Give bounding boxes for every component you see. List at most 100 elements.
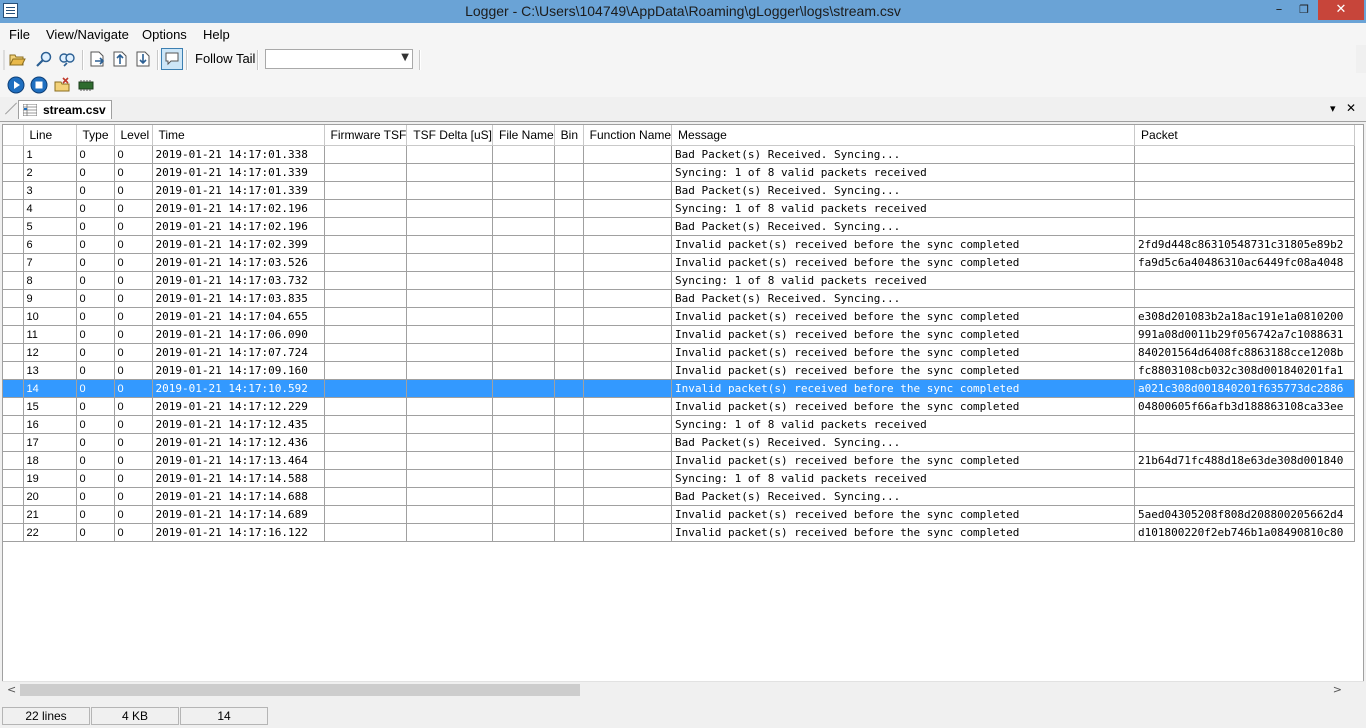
cell-tsf-delta-us[interactable] bbox=[406, 505, 493, 524]
cell-firmware-tsf[interactable] bbox=[324, 307, 408, 326]
cell-packet[interactable] bbox=[1134, 199, 1356, 218]
cell-tsf-delta-us[interactable] bbox=[406, 451, 493, 470]
cell-function-name[interactable] bbox=[583, 199, 673, 218]
cell-bin[interactable] bbox=[554, 397, 584, 416]
cell-type[interactable]: 0 bbox=[76, 397, 115, 416]
cell-message[interactable]: Syncing: 1 of 8 valid packets received bbox=[671, 271, 1136, 290]
cell-line[interactable]: 15 bbox=[23, 397, 77, 416]
cell-bin[interactable] bbox=[554, 163, 584, 182]
cell-time[interactable]: 2019-01-21 14:17:02.196 bbox=[152, 199, 325, 218]
row-header[interactable] bbox=[3, 289, 24, 308]
cell-time[interactable]: 2019-01-21 14:17:12.435 bbox=[152, 415, 325, 434]
find-next-icon[interactable] bbox=[58, 50, 76, 68]
row-header[interactable] bbox=[3, 487, 24, 506]
cell-function-name[interactable] bbox=[583, 307, 673, 326]
cell-tsf-delta-us[interactable] bbox=[406, 523, 493, 542]
cell-function-name[interactable] bbox=[583, 253, 673, 272]
cell-file-name[interactable] bbox=[492, 379, 555, 398]
row-header[interactable] bbox=[3, 379, 24, 398]
cell-level[interactable]: 0 bbox=[114, 289, 153, 308]
open-folder-icon[interactable] bbox=[8, 50, 26, 68]
cell-function-name[interactable] bbox=[583, 523, 673, 542]
cell-line[interactable]: 1 bbox=[23, 145, 77, 164]
cell-function-name[interactable] bbox=[583, 415, 673, 434]
cell-type[interactable]: 0 bbox=[76, 469, 115, 488]
table-row[interactable]: 11 0 0 2019-01-21 14:17:06.090 Invalid packe… bbox=[3, 325, 1356, 344]
row-header[interactable] bbox=[3, 235, 24, 254]
cell-file-name[interactable] bbox=[492, 487, 555, 506]
cell-line[interactable]: 20 bbox=[23, 487, 77, 506]
cell-firmware-tsf[interactable] bbox=[324, 163, 408, 182]
cell-level[interactable]: 0 bbox=[114, 181, 153, 200]
cell-message[interactable]: Invalid packet(s) received before the sy… bbox=[671, 343, 1136, 362]
cell-file-name[interactable] bbox=[492, 289, 555, 308]
menu-help[interactable]: Help bbox=[203, 27, 230, 42]
cell-function-name[interactable] bbox=[583, 217, 673, 236]
cell-firmware-tsf[interactable] bbox=[324, 289, 408, 308]
cell-time[interactable]: 2019-01-21 14:17:02.196 bbox=[152, 217, 325, 236]
cell-file-name[interactable] bbox=[492, 469, 555, 488]
cell-time[interactable]: 2019-01-21 14:17:14.688 bbox=[152, 487, 325, 506]
find-icon[interactable] bbox=[35, 50, 53, 68]
table-row[interactable]: 1 0 0 2019-01-21 14:17:01.338 Bad Packet(s) … bbox=[3, 145, 1356, 164]
table-row[interactable]: 15 0 0 2019-01-21 14:17:12.229 Invalid packe… bbox=[3, 397, 1356, 416]
row-header[interactable] bbox=[3, 415, 24, 434]
scrollbar-thumb[interactable] bbox=[20, 684, 580, 696]
cell-line[interactable]: 2 bbox=[23, 163, 77, 182]
cell-line[interactable]: 17 bbox=[23, 433, 77, 452]
cell-bin[interactable] bbox=[554, 235, 584, 254]
cell-line[interactable]: 21 bbox=[23, 505, 77, 524]
cell-firmware-tsf[interactable] bbox=[324, 199, 408, 218]
table-row[interactable]: 4 0 0 2019-01-21 14:17:02.196 Syncing: 1 of … bbox=[3, 199, 1356, 218]
cell-file-name[interactable] bbox=[492, 415, 555, 434]
cell-line[interactable]: 16 bbox=[23, 415, 77, 434]
cell-file-name[interactable] bbox=[492, 199, 555, 218]
cell-type[interactable]: 0 bbox=[76, 451, 115, 470]
cell-level[interactable]: 0 bbox=[114, 487, 153, 506]
column-header-bin[interactable]: Bin bbox=[554, 125, 584, 146]
cell-tsf-delta-us[interactable] bbox=[406, 469, 493, 488]
row-header[interactable] bbox=[3, 217, 24, 236]
column-header-message[interactable]: Message bbox=[671, 125, 1136, 146]
cell-packet[interactable] bbox=[1134, 163, 1356, 182]
cell-line[interactable]: 8 bbox=[23, 271, 77, 290]
cell-firmware-tsf[interactable] bbox=[324, 181, 408, 200]
cell-message[interactable]: Invalid packet(s) received before the sy… bbox=[671, 451, 1136, 470]
menu-view-navigate[interactable]: View/Navigate bbox=[46, 27, 129, 42]
cell-firmware-tsf[interactable] bbox=[324, 397, 408, 416]
cell-function-name[interactable] bbox=[583, 379, 673, 398]
cell-level[interactable]: 0 bbox=[114, 523, 153, 542]
cell-function-name[interactable] bbox=[583, 361, 673, 380]
cell-level[interactable]: 0 bbox=[114, 325, 153, 344]
cell-time[interactable]: 2019-01-21 14:17:02.399 bbox=[152, 235, 325, 254]
cell-firmware-tsf[interactable] bbox=[324, 523, 408, 542]
cell-file-name[interactable] bbox=[492, 343, 555, 362]
cell-packet[interactable] bbox=[1134, 217, 1356, 236]
row-header[interactable] bbox=[3, 451, 24, 470]
follow-tail-label[interactable]: Follow Tail bbox=[195, 51, 255, 66]
row-header[interactable] bbox=[3, 523, 24, 542]
table-row[interactable]: 6 0 0 2019-01-21 14:17:02.399 Invalid packet… bbox=[3, 235, 1356, 254]
cell-firmware-tsf[interactable] bbox=[324, 217, 408, 236]
cell-message[interactable]: Invalid packet(s) received before the sy… bbox=[671, 361, 1136, 380]
cell-level[interactable]: 0 bbox=[114, 235, 153, 254]
table-row[interactable]: 13 0 0 2019-01-21 14:17:09.160 Invalid packe… bbox=[3, 361, 1356, 380]
cell-time[interactable]: 2019-01-21 14:17:06.090 bbox=[152, 325, 325, 344]
cell-type[interactable]: 0 bbox=[76, 307, 115, 326]
cell-bin[interactable] bbox=[554, 505, 584, 524]
maximize-button[interactable]: ❐ bbox=[1290, 0, 1318, 20]
table-row[interactable]: 19 0 0 2019-01-21 14:17:14.588 Syncing: 1 of… bbox=[3, 469, 1356, 488]
cell-packet[interactable]: e308d201083b2a18ac191e1a0810200 bbox=[1134, 307, 1356, 326]
cell-line[interactable]: 19 bbox=[23, 469, 77, 488]
cell-file-name[interactable] bbox=[492, 271, 555, 290]
cell-file-name[interactable] bbox=[492, 253, 555, 272]
cell-type[interactable]: 0 bbox=[76, 379, 115, 398]
row-header[interactable] bbox=[3, 361, 24, 380]
cell-packet[interactable] bbox=[1134, 433, 1356, 452]
row-header[interactable] bbox=[3, 505, 24, 524]
cell-tsf-delta-us[interactable] bbox=[406, 217, 493, 236]
cell-function-name[interactable] bbox=[583, 289, 673, 308]
cell-time[interactable]: 2019-01-21 14:17:01.338 bbox=[152, 145, 325, 164]
table-row[interactable]: 14 0 0 2019-01-21 14:17:10.592 Invalid packe… bbox=[3, 379, 1356, 398]
cell-time[interactable]: 2019-01-21 14:17:10.592 bbox=[152, 379, 325, 398]
